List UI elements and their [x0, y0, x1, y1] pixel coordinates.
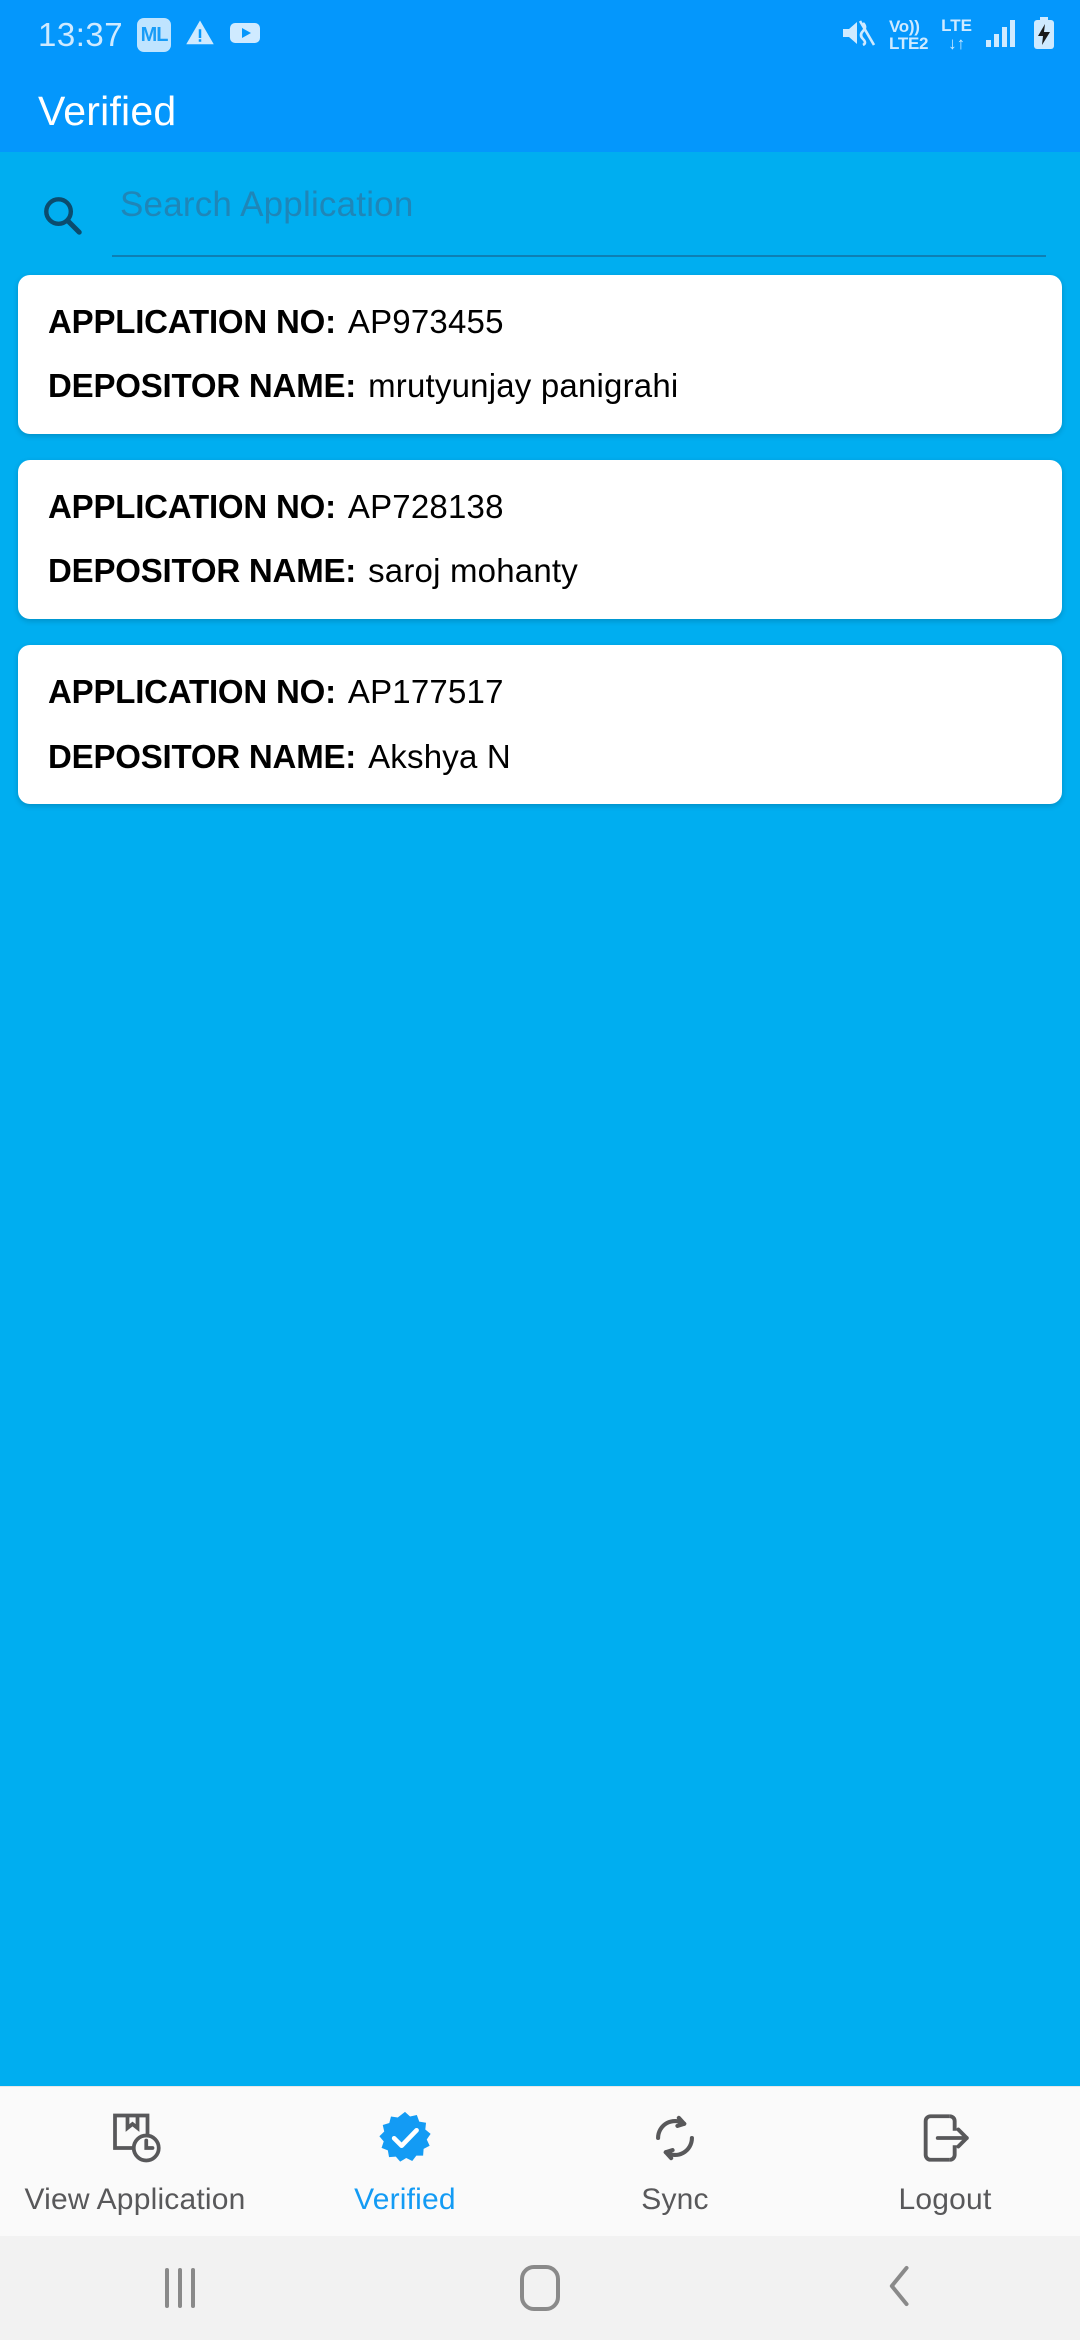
- back-chevron-icon: [880, 2263, 920, 2314]
- depositor-name-row: DEPOSITOR NAME: mrutyunjay panigrahi: [48, 367, 1032, 405]
- status-bar-right: Vo)) LTE2 LTE ↓↑: [840, 16, 1056, 54]
- search-placeholder: Search Application: [120, 185, 414, 224]
- depositor-name-value: saroj mohanty: [368, 552, 578, 590]
- app-bar: Verified: [0, 70, 1080, 152]
- application-no-label: APPLICATION NO:: [48, 673, 336, 711]
- search-bar[interactable]: Search Application: [0, 152, 1080, 257]
- tab-logout[interactable]: Logout: [810, 2107, 1080, 2217]
- application-no-row: APPLICATION NO: AP973455: [48, 302, 1032, 340]
- tab-label: Verified: [354, 2182, 456, 2216]
- depositor-name-label: DEPOSITOR NAME:: [48, 737, 357, 775]
- depositor-name-value: Akshya N: [368, 737, 511, 775]
- application-no-value: AP728138: [347, 487, 504, 525]
- application-list: APPLICATION NO: AP973455 DEPOSITOR NAME:…: [0, 257, 1080, 805]
- verified-badge-icon: [376, 2107, 434, 2169]
- application-no-value: AP973455: [347, 302, 504, 340]
- recents-icon: [165, 2268, 195, 2308]
- depositor-name-row: DEPOSITOR NAME: Akshya N: [48, 737, 1032, 775]
- system-navigation-bar: [0, 2236, 1080, 2340]
- status-bar: 13:37 ML Vo)) LTE2 LTE ↓↑: [0, 0, 1080, 70]
- volte-line1: Vo)): [889, 17, 920, 36]
- lte-arrows: ↓↑: [948, 34, 966, 53]
- battery-charging-icon: [1032, 16, 1056, 54]
- home-button[interactable]: [460, 2236, 620, 2340]
- back-button[interactable]: [820, 2236, 980, 2340]
- phone-screen: 13:37 ML Vo)) LTE2 LTE ↓↑ Verified Searc…: [0, 0, 1080, 2340]
- page-title: Verified: [38, 87, 177, 134]
- sync-icon: [646, 2107, 704, 2169]
- depositor-name-row: DEPOSITOR NAME: saroj mohanty: [48, 554, 1032, 589]
- logout-icon: [916, 2107, 974, 2169]
- status-bar-left: 13:37 ML: [38, 16, 261, 54]
- bottom-navigation: View Application Verified Sync Logout: [0, 2086, 1080, 2236]
- home-icon: [520, 2265, 560, 2311]
- recents-button[interactable]: [100, 2236, 260, 2340]
- warning-triangle-icon: [185, 18, 215, 53]
- tab-verified[interactable]: Verified: [270, 2107, 540, 2217]
- list-item[interactable]: APPLICATION NO: AP973455 DEPOSITOR NAME:…: [18, 274, 1062, 434]
- application-no-row: APPLICATION NO: AP177517: [48, 673, 1032, 711]
- main-content: Search Application APPLICATION NO: AP973…: [0, 152, 1080, 2086]
- depositor-name-label: DEPOSITOR NAME:: [48, 552, 357, 590]
- application-no-label: APPLICATION NO:: [48, 487, 336, 525]
- tab-view-application[interactable]: View Application: [0, 2107, 270, 2217]
- application-no-row: APPLICATION NO: AP728138: [48, 487, 1032, 525]
- youtube-icon: [229, 21, 261, 50]
- signal-bars-icon: [985, 18, 1019, 53]
- status-bar-clock: 13:37: [38, 16, 124, 53]
- ml-app-icon: ML: [137, 18, 172, 52]
- tab-label: Sync: [641, 2182, 709, 2216]
- tab-sync[interactable]: Sync: [540, 2107, 810, 2217]
- lte-label: LTE: [941, 16, 972, 36]
- application-no-value: AP177517: [347, 673, 504, 711]
- list-item[interactable]: APPLICATION NO: AP728138 DEPOSITOR NAME:…: [18, 459, 1062, 620]
- volte-line2: LTE2: [889, 34, 929, 53]
- volte-icon: Vo)) LTE2: [889, 18, 928, 52]
- list-item[interactable]: APPLICATION NO: AP177517 DEPOSITOR NAME:…: [18, 645, 1062, 805]
- tab-label: Logout: [898, 2182, 992, 2216]
- application-no-label: APPLICATION NO:: [48, 302, 336, 340]
- depositor-name-label: DEPOSITOR NAME:: [48, 367, 357, 405]
- mute-icon: [840, 18, 876, 53]
- lte-data-icon: LTE ↓↑: [941, 17, 972, 53]
- view-application-icon: [105, 2107, 165, 2169]
- depositor-name-value: mrutyunjay panigrahi: [368, 367, 679, 405]
- tab-label: View Application: [24, 2182, 246, 2216]
- search-input[interactable]: Search Application: [112, 185, 1046, 257]
- search-icon[interactable]: [34, 186, 90, 238]
